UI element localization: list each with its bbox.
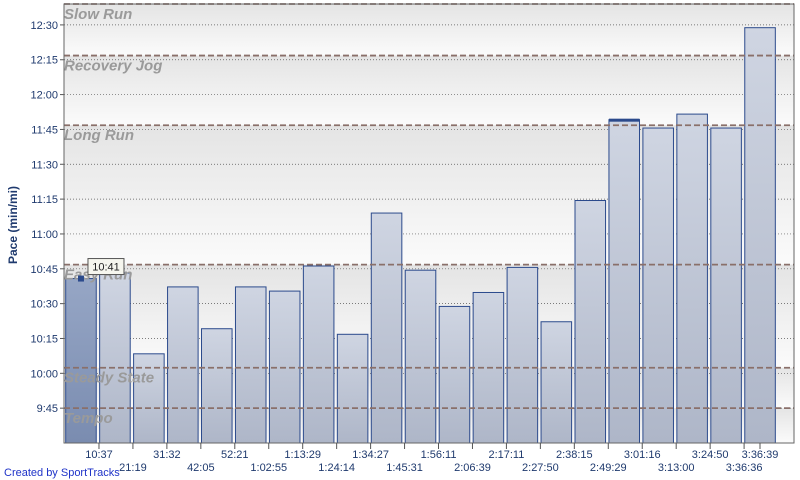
y-tick-label: 10:00 [30,368,58,380]
zone-label: Recovery Jog [64,58,162,75]
x-tick-label: 52:21 [221,449,249,461]
x-tick-label: 3:36:36 [726,462,763,474]
x-tick-label: 1:34:27 [352,449,389,461]
y-tick-label: 9:45 [37,403,58,415]
zone-label: Slow Run [64,6,132,23]
x-tick-label: 1:56:11 [421,449,457,461]
x-tick-label: 3:01:16 [624,449,661,461]
bar [234,286,267,444]
x-tick-label: 42:05 [187,462,215,474]
bar [642,127,674,444]
pace-chart: Slow Run Recovery Jog Long Run Easy Run Stea… [0,0,800,480]
y-tick-label: 11:15 [31,194,58,206]
y-tick-label: 12:00 [30,90,58,102]
y-tick-label: 10:15 [30,333,58,345]
bar [744,27,776,444]
zone-band [64,4,794,56]
bar [676,113,708,444]
x-tick-label: 2:27:50 [522,462,559,474]
y-tick-label: 10:45 [30,264,58,276]
y-tick-label: 12:15 [30,55,58,67]
x-tick-label: 3:13:00 [658,462,695,474]
bar [336,333,369,444]
x-tick-label: 21:19 [119,462,147,474]
bar-top-marker [608,118,640,122]
tooltip-text: 10:41 [92,262,120,274]
zone-label: Steady State [64,370,154,387]
bar [574,200,607,444]
bar [608,119,641,444]
x-tick-label: 3:36:39 [742,449,779,461]
x-tick-label: 2:06:39 [454,462,491,474]
x-tick-label: 1:13:29 [284,449,321,461]
x-tick-label: 10:37 [85,449,113,461]
tooltip-marker [77,275,84,282]
bar [438,305,471,444]
bar [167,286,199,444]
x-tick-label: 31:32 [153,449,181,461]
bar [404,269,437,444]
bar [540,321,573,444]
y-tick-label: 11:45 [31,124,58,136]
y-tick-label: 10:30 [30,299,58,311]
y-tick-label: 11:00 [31,229,58,241]
x-tick-label: 1:45:31 [386,462,423,474]
zone-label: Long Run [64,127,134,144]
x-tick-label: 2:38:15 [556,449,593,461]
bar [506,266,539,444]
y-tick-label: 11:30 [31,159,58,171]
bar [302,265,335,444]
chart-canvas: Slow RunRecovery JogLong RunEasy RunStea… [4,3,795,479]
zone-label: Tempo [64,410,113,427]
bar [201,328,233,444]
credit-text: Created by SportTracks [4,467,120,479]
bar [710,127,742,444]
y-tick-label: 12:30 [30,20,58,32]
y-axis-label: Pace (min/mi) [6,186,20,264]
x-tick-label: 1:24:14 [318,462,355,474]
x-tick-label: 1:02:55 [250,462,287,474]
x-tick-label: 2:49:29 [590,462,627,474]
x-tick-label: 3:24:50 [692,449,729,461]
x-tick-label: 2:17:11 [488,449,524,461]
